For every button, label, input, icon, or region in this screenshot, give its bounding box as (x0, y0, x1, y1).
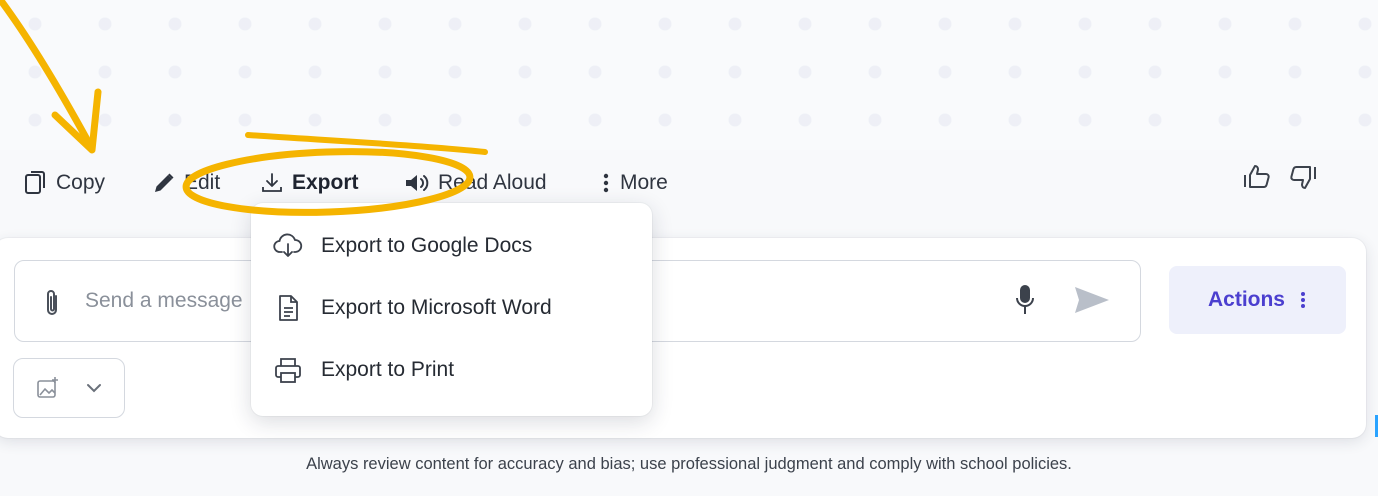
thumbs-down-button[interactable] (1288, 164, 1318, 190)
chevron-down-icon (87, 384, 101, 393)
image-generator-button[interactable] (13, 358, 125, 418)
export-menu: Export to Google Docs Export to Microsof… (251, 203, 652, 416)
document-icon (279, 295, 298, 321)
thumbs-up-button[interactable] (1242, 164, 1272, 190)
background-pattern (0, 0, 1378, 150)
export-microsoft-word-item[interactable]: Export to Microsoft Word (251, 277, 652, 339)
feedback-group (1242, 164, 1318, 190)
paperclip-icon[interactable] (43, 288, 61, 318)
export-label: Export (292, 171, 359, 194)
vertical-dots-icon (603, 173, 609, 193)
disclaimer-text: Always review content for accuracy and b… (306, 455, 1072, 473)
printer-icon (275, 358, 301, 383)
copy-icon (25, 171, 45, 194)
microphone-icon[interactable] (1015, 283, 1035, 317)
download-icon (262, 173, 282, 192)
export-button[interactable]: Export (260, 166, 359, 200)
send-icon[interactable] (1073, 285, 1111, 315)
message-toolbar: Copy Edit Export Read Aloud More (0, 160, 1378, 206)
vertical-dots-icon (1301, 292, 1305, 308)
export-item-label: Export to Google Docs (321, 234, 533, 257)
edit-label: Edit (184, 171, 221, 194)
thumbs-up-icon (1244, 165, 1270, 188)
pencil-icon (155, 173, 174, 192)
read-aloud-button[interactable]: Read Aloud (404, 166, 547, 200)
speaker-icon (406, 175, 429, 191)
read-aloud-label: Read Aloud (438, 171, 547, 194)
export-google-docs-item[interactable]: Export to Google Docs (251, 215, 652, 277)
image-sparkle-icon (37, 377, 58, 398)
more-button[interactable]: More (600, 166, 668, 200)
actions-button[interactable]: Actions (1169, 266, 1346, 334)
actions-label: Actions (1207, 288, 1285, 311)
more-label: More (620, 171, 668, 194)
export-print-item[interactable]: Export to Print (251, 339, 652, 401)
copy-button[interactable]: Copy (24, 166, 105, 200)
thumbs-down-icon (1290, 166, 1316, 189)
export-item-label: Export to Print (321, 358, 455, 381)
cloud-download-icon (273, 233, 303, 257)
edit-button[interactable]: Edit (152, 166, 220, 200)
copy-label: Copy (56, 171, 106, 194)
composer-card: Actions (0, 238, 1366, 438)
export-item-label: Export to Microsoft Word (321, 296, 552, 319)
